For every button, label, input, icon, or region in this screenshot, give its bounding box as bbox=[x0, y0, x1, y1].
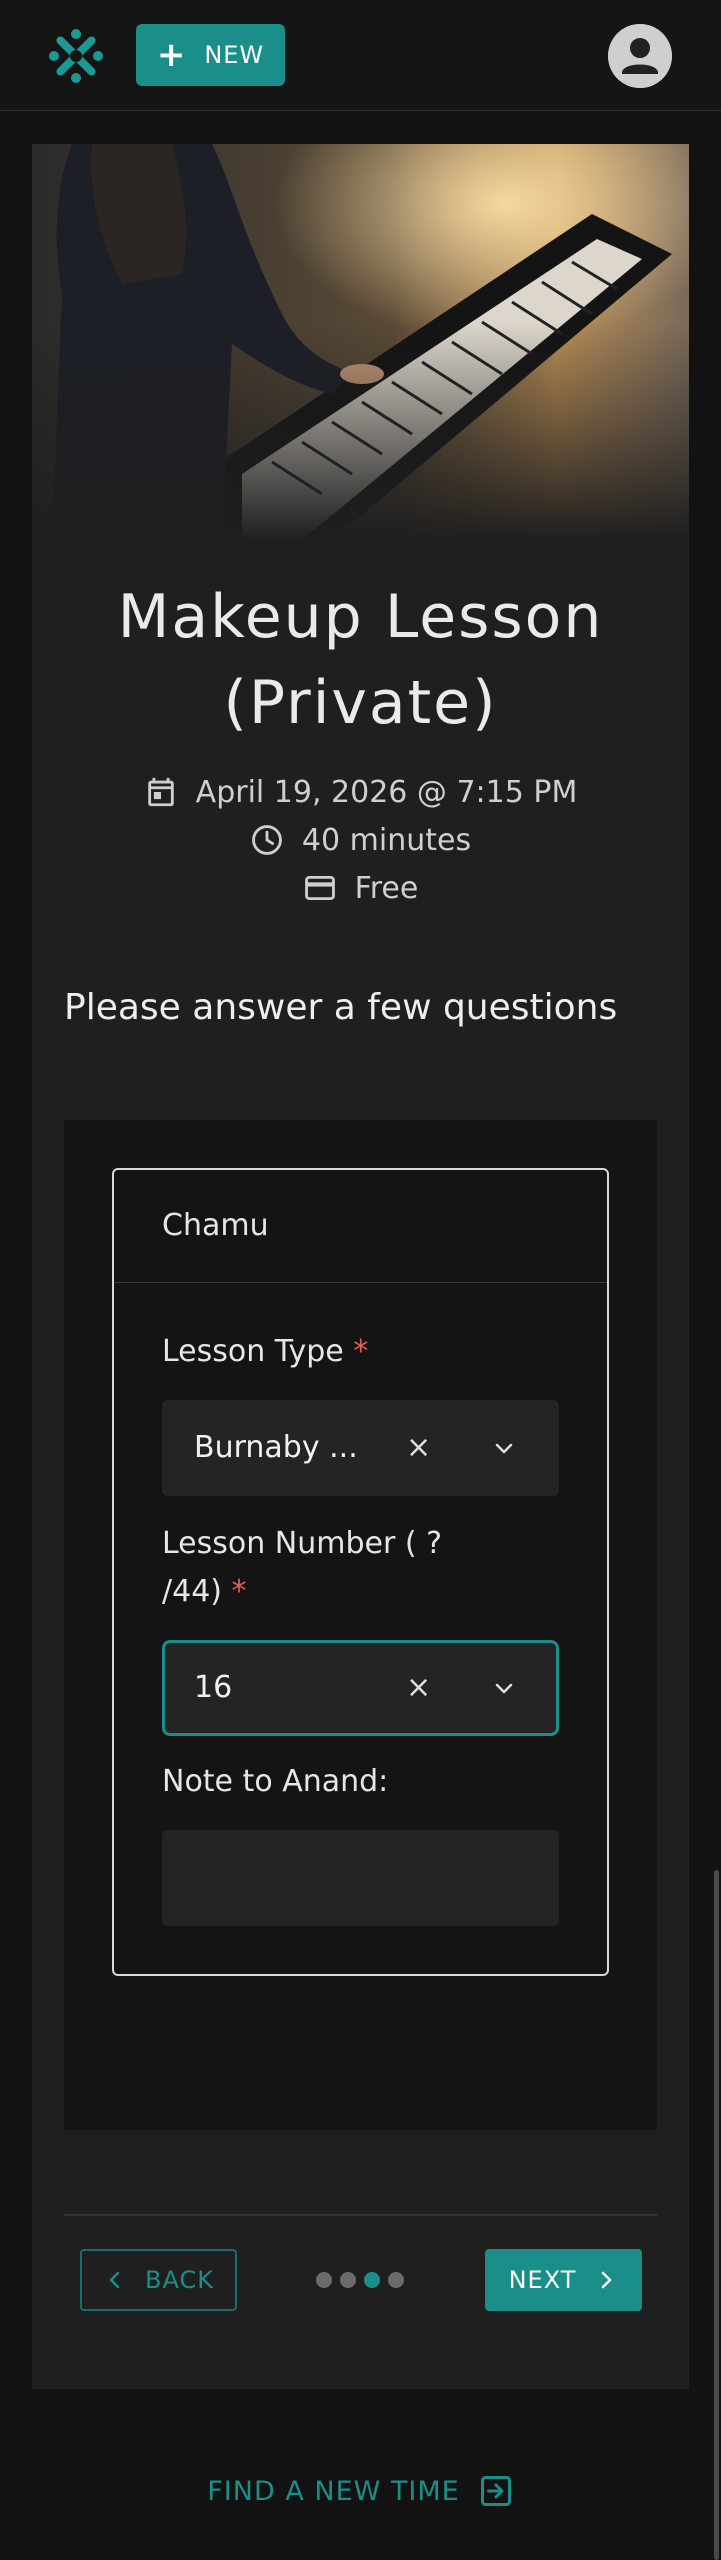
plus-icon: + bbox=[156, 35, 187, 75]
questions-heading: Please answer a few questions bbox=[64, 987, 618, 1028]
app-logo-icon[interactable] bbox=[44, 24, 108, 88]
hero-image bbox=[32, 144, 689, 540]
lesson-price: Free bbox=[354, 870, 419, 906]
new-button[interactable]: + NEW bbox=[136, 24, 285, 86]
chevron-down-icon[interactable] bbox=[492, 1676, 516, 1700]
clear-lesson-type-icon[interactable]: × bbox=[406, 1400, 431, 1496]
lesson-meta: April 19, 2026 @ 7:15 PM 40 minutes Free bbox=[32, 768, 689, 912]
note-textarea[interactable] bbox=[162, 1830, 559, 1926]
find-new-time-link[interactable]: FIND A NEW TIME bbox=[0, 2466, 721, 2516]
note-label: Note to Anand: bbox=[162, 1764, 389, 1799]
lesson-duration-row: 40 minutes bbox=[32, 816, 689, 864]
form-student-name: Chamu bbox=[162, 1208, 269, 1243]
find-new-time-label: FIND A NEW TIME bbox=[207, 2475, 460, 2507]
chevron-right-icon bbox=[602, 2271, 612, 2289]
top-app-bar: + NEW bbox=[0, 0, 721, 111]
question-form: Chamu Lesson Type * Burnaby ... × Lesson… bbox=[112, 1168, 609, 1976]
step-dot bbox=[316, 2272, 332, 2288]
form-divider bbox=[114, 1282, 607, 1283]
lesson-price-row: Free bbox=[32, 864, 689, 912]
new-button-label: NEW bbox=[204, 41, 265, 69]
lesson-type-label-text: Lesson Type bbox=[162, 1334, 344, 1369]
lesson-date-row: April 19, 2026 @ 7:15 PM bbox=[32, 768, 689, 816]
next-button-label: NEXT bbox=[508, 2266, 577, 2294]
back-button-label: BACK bbox=[145, 2266, 214, 2294]
step-dot bbox=[364, 2272, 380, 2288]
back-button[interactable]: BACK bbox=[80, 2249, 237, 2311]
step-dot bbox=[340, 2272, 356, 2288]
lesson-title-line2: (Private) bbox=[223, 668, 498, 738]
chevron-left-icon bbox=[109, 2271, 120, 2289]
clock-icon bbox=[252, 825, 282, 855]
lesson-number-select[interactable]: 16 × bbox=[162, 1640, 559, 1736]
questions-panel: Chamu Lesson Type * Burnaby ... × Lesson… bbox=[64, 1120, 657, 2130]
lesson-number-label-line2: /44) bbox=[162, 1574, 222, 1609]
lesson-type-label: Lesson Type * bbox=[162, 1328, 368, 1376]
lesson-title: Makeup Lesson (Private) bbox=[32, 574, 689, 746]
credit-card-icon bbox=[304, 875, 335, 901]
exit-to-app-icon bbox=[480, 2476, 511, 2506]
next-button[interactable]: NEXT bbox=[485, 2249, 642, 2311]
lesson-type-value: Burnaby ... bbox=[194, 1430, 358, 1465]
chevron-down-icon[interactable] bbox=[492, 1436, 516, 1460]
scrollbar-thumb[interactable] bbox=[714, 1870, 719, 2560]
lesson-number-label: Lesson Number ( ? /44) * bbox=[162, 1520, 442, 1616]
required-mark: * bbox=[231, 1574, 247, 1609]
lesson-number-value: 16 bbox=[194, 1670, 233, 1705]
calendar-icon bbox=[147, 777, 174, 807]
required-mark: * bbox=[353, 1334, 369, 1369]
lesson-number-label-line1: Lesson Number ( ? bbox=[162, 1526, 443, 1561]
step-dot bbox=[388, 2272, 404, 2288]
lesson-type-select[interactable]: Burnaby ... × bbox=[162, 1400, 559, 1496]
clear-lesson-number-icon[interactable]: × bbox=[406, 1643, 431, 1733]
user-avatar-icon[interactable] bbox=[608, 24, 672, 88]
lesson-title-line1: Makeup Lesson bbox=[117, 582, 604, 652]
booking-card: Makeup Lesson (Private) April 19, 2026 @… bbox=[32, 144, 689, 2389]
lesson-duration: 40 minutes bbox=[301, 822, 472, 858]
nav-divider bbox=[64, 2214, 657, 2216]
step-indicator bbox=[316, 2272, 404, 2288]
lesson-date: April 19, 2026 @ 7:15 PM bbox=[195, 774, 578, 810]
